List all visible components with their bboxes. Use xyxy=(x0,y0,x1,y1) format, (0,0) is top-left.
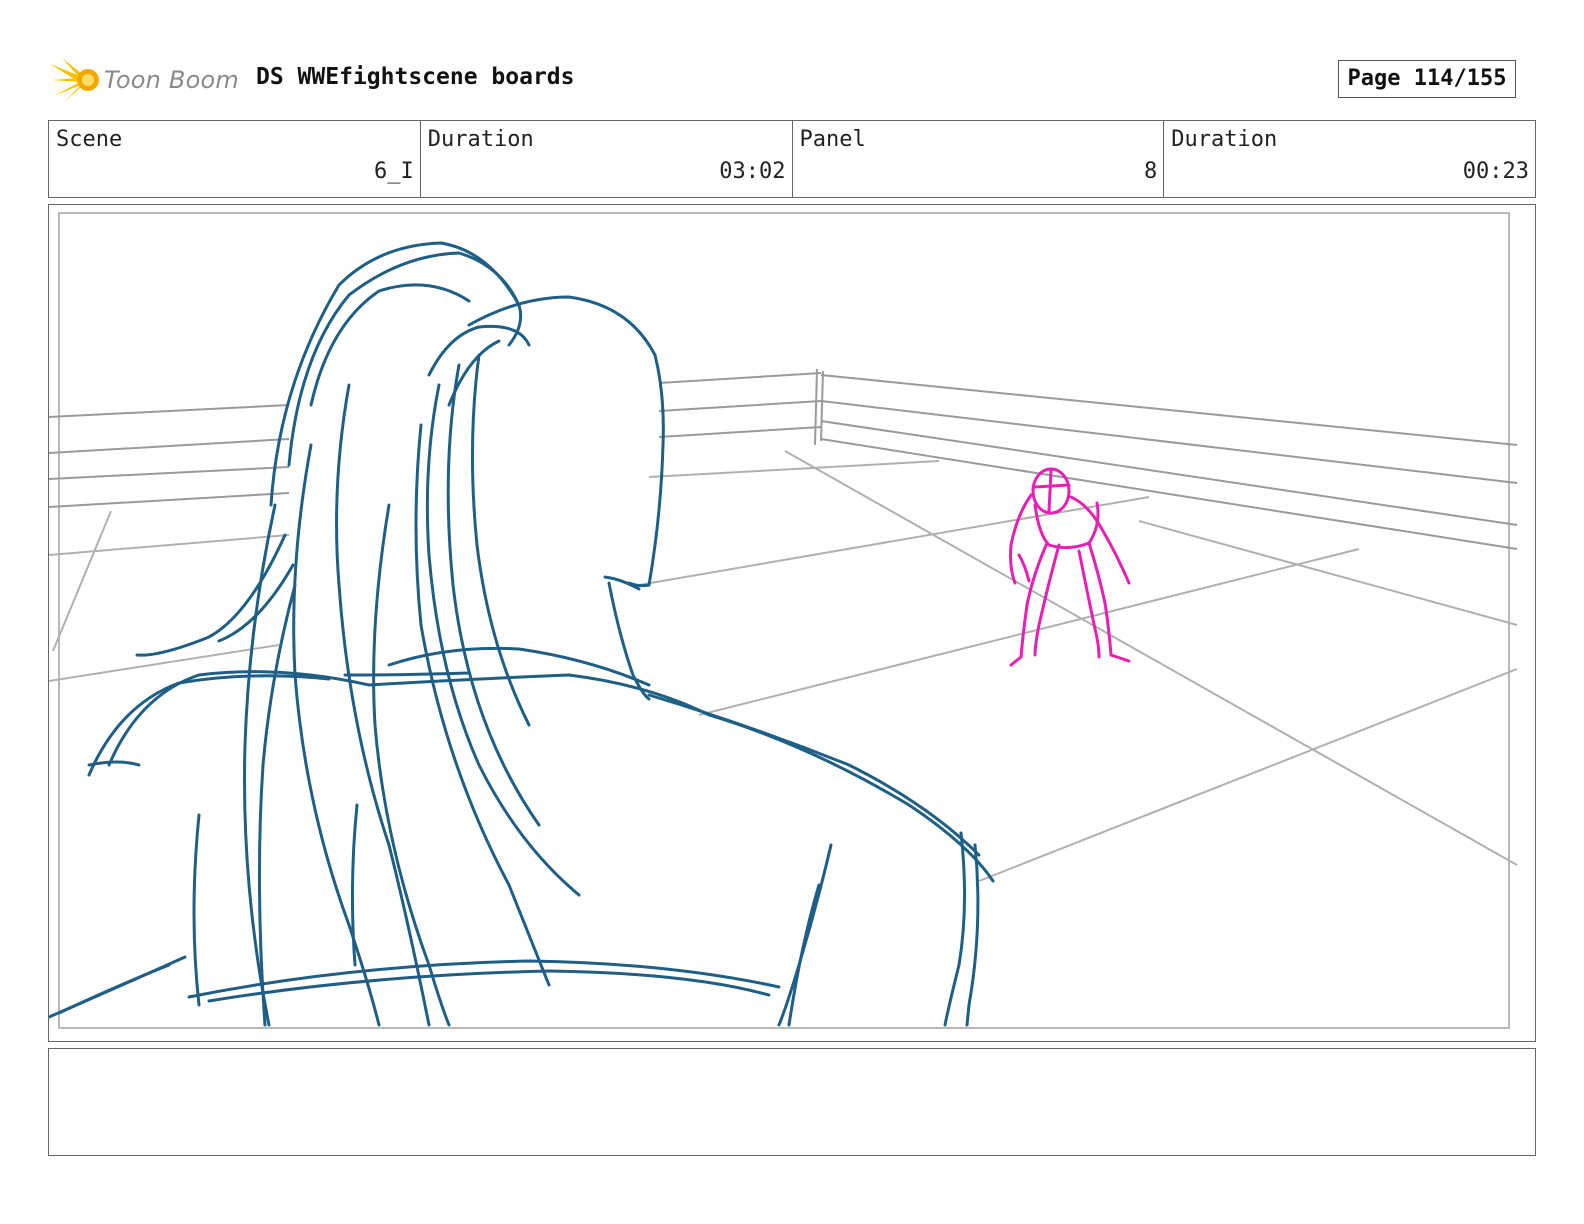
scene-cell: Scene 6_I xyxy=(49,121,421,197)
panel-cell: Panel 8 xyxy=(793,121,1165,197)
panel-notes-box xyxy=(48,1048,1536,1156)
document-title: DS WWEfightscene boards xyxy=(256,64,575,90)
page-header: Toon Boom DS WWEfightscene boards Page 1… xyxy=(50,54,1538,104)
foreground-character xyxy=(49,241,995,1027)
scene-label: Scene xyxy=(56,127,123,152)
page-number: Page 114/155 xyxy=(1338,60,1516,98)
storyboard-panel xyxy=(48,204,1536,1042)
panel-duration-value: 00:23 xyxy=(1462,159,1529,184)
scene-duration-cell: Duration 03:02 xyxy=(421,121,793,197)
scene-info-table: Scene 6_I Duration 03:02 Panel 8 Duratio… xyxy=(48,120,1536,198)
panel-label: Panel xyxy=(799,127,866,152)
scene-duration-label: Duration xyxy=(427,127,534,152)
ring-sketch xyxy=(49,368,1518,882)
panel-duration-cell: Duration 00:23 xyxy=(1164,121,1535,197)
toon-boom-logo: Toon Boom xyxy=(50,56,240,104)
burst-icon xyxy=(50,58,99,102)
safe-frame xyxy=(58,212,1510,1029)
logo-text: Toon Boom xyxy=(104,66,239,94)
scene-value: 6_I xyxy=(374,159,414,184)
scene-duration-value: 03:02 xyxy=(719,159,786,184)
panel-sketch xyxy=(49,212,1518,1029)
panel-duration-label: Duration xyxy=(1171,127,1278,152)
panel-value: 8 xyxy=(1144,159,1158,184)
